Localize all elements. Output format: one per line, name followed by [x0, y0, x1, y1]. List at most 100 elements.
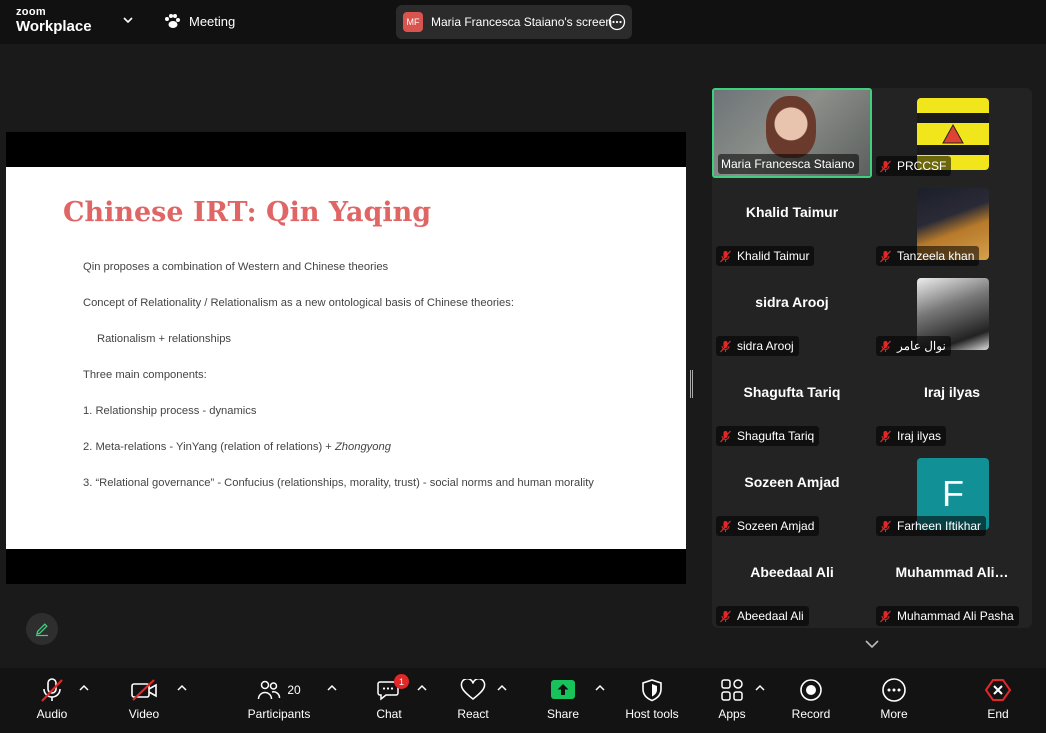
annotate-button[interactable] [26, 613, 58, 645]
participant-label: Iraj ilyas [876, 426, 947, 446]
participant-label-text: Muhammad Ali Pasha [897, 609, 1014, 623]
meeting-menu[interactable]: Meeting [163, 13, 235, 29]
muted-mic-icon [720, 520, 731, 532]
heart-icon [460, 679, 486, 700]
participant-label-text: Abeedaal Ali [737, 609, 804, 623]
participant-gallery: Maria Francesca Staiano PRCCSF Khalid Ta… [712, 88, 1032, 628]
muted-mic-icon [880, 430, 891, 442]
participant-label-text: sidra Arooj [737, 339, 794, 353]
participant-tile[interactable]: Muhammad Ali… Muhammad Ali Pasha [872, 538, 1032, 628]
participant-label: Tanzeela khan [876, 246, 980, 266]
screen-share-label: Maria Francesca Staiano's screen [431, 15, 613, 29]
logo-line-1: zoom [16, 6, 46, 18]
participant-label: Muhammad Ali Pasha [876, 606, 1019, 626]
paw-icon [165, 14, 180, 28]
more-button[interactable]: More [854, 676, 934, 721]
participant-label: sidra Arooj [716, 336, 799, 356]
meeting-toolbar: Audio Video 20 Participants 1 Chat React… [0, 668, 1046, 733]
audio-options-caret-icon[interactable] [79, 684, 89, 692]
chevron-down-icon[interactable] [121, 13, 135, 27]
speaker-video [766, 96, 816, 158]
record-button[interactable]: Record [771, 676, 851, 721]
chat-options-caret-icon[interactable] [417, 684, 427, 692]
slide-line-text: 2. Meta-relations - YinYang (relation of… [83, 441, 335, 453]
share-screen-icon [551, 680, 575, 699]
zoom-window: zoom Workplace Meeting MF Maria Francesc… [0, 0, 1046, 733]
slide-line: Concept of Relationality / Relationalism… [83, 297, 514, 309]
participant-label: PRCCSF [876, 156, 952, 176]
react-options-caret-icon[interactable] [497, 684, 507, 692]
participant-label-text: Sozeen Amjad [737, 519, 815, 533]
video-options-caret-icon[interactable] [177, 684, 187, 692]
participant-name: Shagufta Tariq [743, 384, 841, 400]
participant-tile-video[interactable]: Maria Francesca Staiano [712, 88, 872, 178]
participants-options-caret-icon[interactable] [327, 684, 337, 692]
participant-label: نوال عامر [876, 336, 951, 356]
slide-italic-term: Zhongyong [334, 441, 391, 453]
participant-name: Iraj ilyas [923, 384, 981, 400]
participant-tile[interactable]: PRCCSF [872, 88, 1032, 178]
pencil-icon [36, 623, 48, 637]
participant-tile[interactable]: نوال عامر [872, 268, 1032, 358]
muted-mic-icon [880, 340, 891, 352]
more-options-icon[interactable] [608, 13, 626, 31]
muted-mic-icon [720, 250, 731, 262]
shield-icon [642, 679, 662, 702]
participant-label: Abeedaal Ali [716, 606, 809, 626]
muted-mic-icon [880, 520, 891, 532]
audio-button[interactable]: Audio [12, 676, 92, 721]
presentation-slide: Chinese IRT: Qin Yaqing Qin proposes a c… [6, 167, 686, 549]
slide-line: Three main components: [83, 369, 207, 381]
react-label: React [457, 707, 489, 721]
apps-button[interactable]: Apps [692, 676, 772, 721]
participant-tile[interactable]: sidra Arooj sidra Arooj [712, 268, 872, 358]
chat-label: Chat [376, 707, 402, 721]
participant-label-text: Farheen Iftikhar [897, 519, 982, 533]
participant-label: Khalid Taimur [716, 246, 815, 266]
participant-tile[interactable]: Sozeen Amjad Sozeen Amjad [712, 448, 872, 538]
panel-resize-handle[interactable] [690, 370, 693, 398]
participant-label: Farheen Iftikhar [876, 516, 987, 536]
participants-button[interactable]: 20 Participants [239, 676, 319, 721]
share-options-caret-icon[interactable] [595, 684, 605, 692]
screen-share-indicator[interactable]: MF Maria Francesca Staiano's screen [396, 5, 632, 39]
participant-label: Sozeen Amjad [716, 516, 820, 536]
slide-line: Qin proposes a combination of Western an… [83, 261, 389, 273]
participant-label-text: Maria Francesca Staiano [721, 157, 855, 171]
slide-line: 2. Meta-relations - YinYang (relation of… [83, 441, 391, 453]
participant-label-text: Tanzeela khan [897, 249, 975, 263]
participant-tile[interactable]: Khalid Taimur Khalid Taimur [712, 178, 872, 268]
video-button[interactable]: Video [104, 676, 184, 721]
muted-mic-icon [880, 160, 891, 172]
audio-label: Audio [36, 707, 68, 721]
share-screen-button[interactable]: Share [523, 676, 603, 721]
muted-mic-icon [880, 610, 891, 622]
participant-name: Khalid Taimur [745, 204, 839, 220]
gallery-scroll-down-icon[interactable] [862, 636, 882, 652]
more-label: More [880, 707, 908, 721]
presenter-initials: MF [403, 12, 423, 32]
apps-options-caret-icon[interactable] [755, 684, 765, 692]
participant-name: sidra Arooj [755, 294, 829, 310]
more-icon [882, 678, 906, 702]
participant-tile[interactable]: Abeedaal Ali Abeedaal Ali [712, 538, 872, 628]
muted-mic-icon [720, 430, 731, 442]
end-meeting-button[interactable]: End [958, 676, 1038, 721]
logo-line-2: Workplace [16, 18, 92, 35]
record-icon [800, 679, 822, 701]
slide-title: Chinese IRT: Qin Yaqing [63, 197, 432, 228]
mic-muted-icon [41, 678, 63, 702]
muted-mic-icon [880, 250, 891, 262]
chat-button[interactable]: 1 Chat [349, 674, 429, 721]
end-label: End [987, 707, 1009, 721]
participant-tile[interactable]: Iraj ilyas Iraj ilyas [872, 358, 1032, 448]
participant-tile[interactable]: F Farheen Iftikhar [872, 448, 1032, 538]
participants-icon [258, 680, 281, 700]
participant-name: Sozeen Amjad [744, 474, 840, 490]
participant-tile[interactable]: Tanzeela khan [872, 178, 1032, 268]
participant-label-text: PRCCSF [897, 159, 947, 173]
participant-label: Maria Francesca Staiano [718, 154, 860, 174]
react-button[interactable]: React [433, 676, 513, 721]
host-tools-button[interactable]: Host tools [612, 676, 692, 721]
participant-tile[interactable]: Shagufta Tariq Shagufta Tariq [712, 358, 872, 448]
